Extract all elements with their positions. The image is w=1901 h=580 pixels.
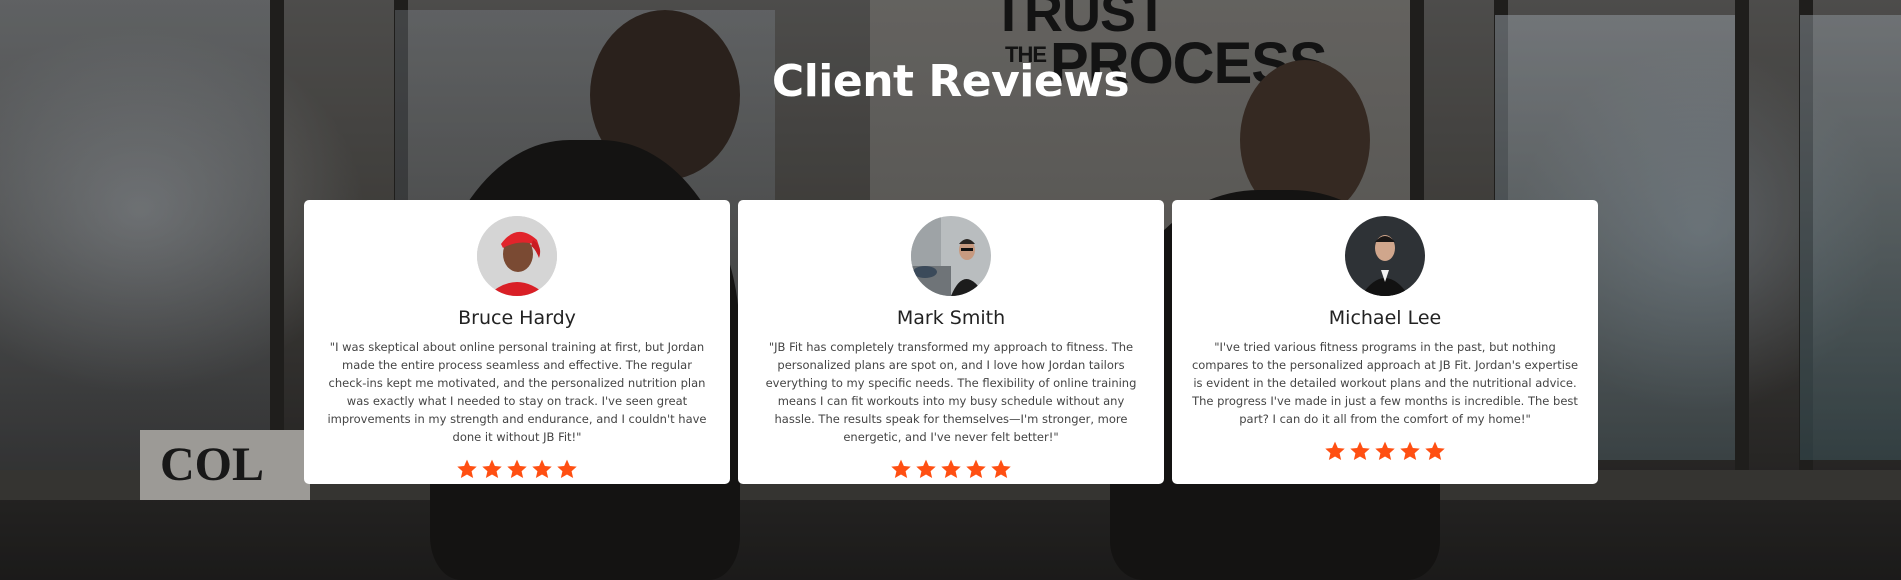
avatar xyxy=(1345,216,1425,296)
review-text: "I've tried various fitness programs in … xyxy=(1191,340,1579,426)
avatar xyxy=(911,216,991,296)
star-icon xyxy=(482,459,502,478)
section-title: Client Reviews xyxy=(771,56,1130,107)
star-icon xyxy=(557,459,577,478)
star-icon xyxy=(916,459,936,478)
star-icon xyxy=(1350,441,1370,460)
star-icon xyxy=(1425,441,1445,460)
review-card: Bruce Hardy "I was skeptical about onlin… xyxy=(304,200,730,484)
star-icon xyxy=(1375,441,1395,460)
avatar-portrait-mark xyxy=(911,216,991,296)
star-icon xyxy=(941,459,961,478)
star-icon xyxy=(891,459,911,478)
star-icon xyxy=(1400,441,1420,460)
star-icon xyxy=(1325,441,1345,460)
client-reviews-section: TRUST THE PROCESS COL Client Reviews Bru… xyxy=(0,0,1901,580)
reviewer-name: Mark Smith xyxy=(896,307,1006,329)
star-icon xyxy=(532,459,552,478)
review-text: "JB Fit has completely transformed my ap… xyxy=(765,340,1137,444)
avatar xyxy=(477,216,557,296)
review-cards: Bruce Hardy "I was skeptical about onlin… xyxy=(304,200,1598,484)
star-icon xyxy=(966,459,986,478)
review-card: Mark Smith "JB Fit has completely transf… xyxy=(738,200,1164,484)
star-icon xyxy=(507,459,527,478)
review-text: "I was skeptical about online personal t… xyxy=(327,340,707,444)
review-card: Michael Lee "I've tried various fitness … xyxy=(1172,200,1598,484)
star-icon xyxy=(457,459,477,478)
reviewer-name: Bruce Hardy xyxy=(458,307,576,329)
avatar-portrait-michael xyxy=(1345,216,1425,296)
reviewer-name: Michael Lee xyxy=(1328,307,1442,329)
avatar-portrait-bruce xyxy=(477,216,557,296)
rating-stars xyxy=(752,458,1150,480)
rating-stars xyxy=(318,458,716,480)
star-icon xyxy=(991,459,1011,478)
rating-stars xyxy=(1186,440,1584,462)
